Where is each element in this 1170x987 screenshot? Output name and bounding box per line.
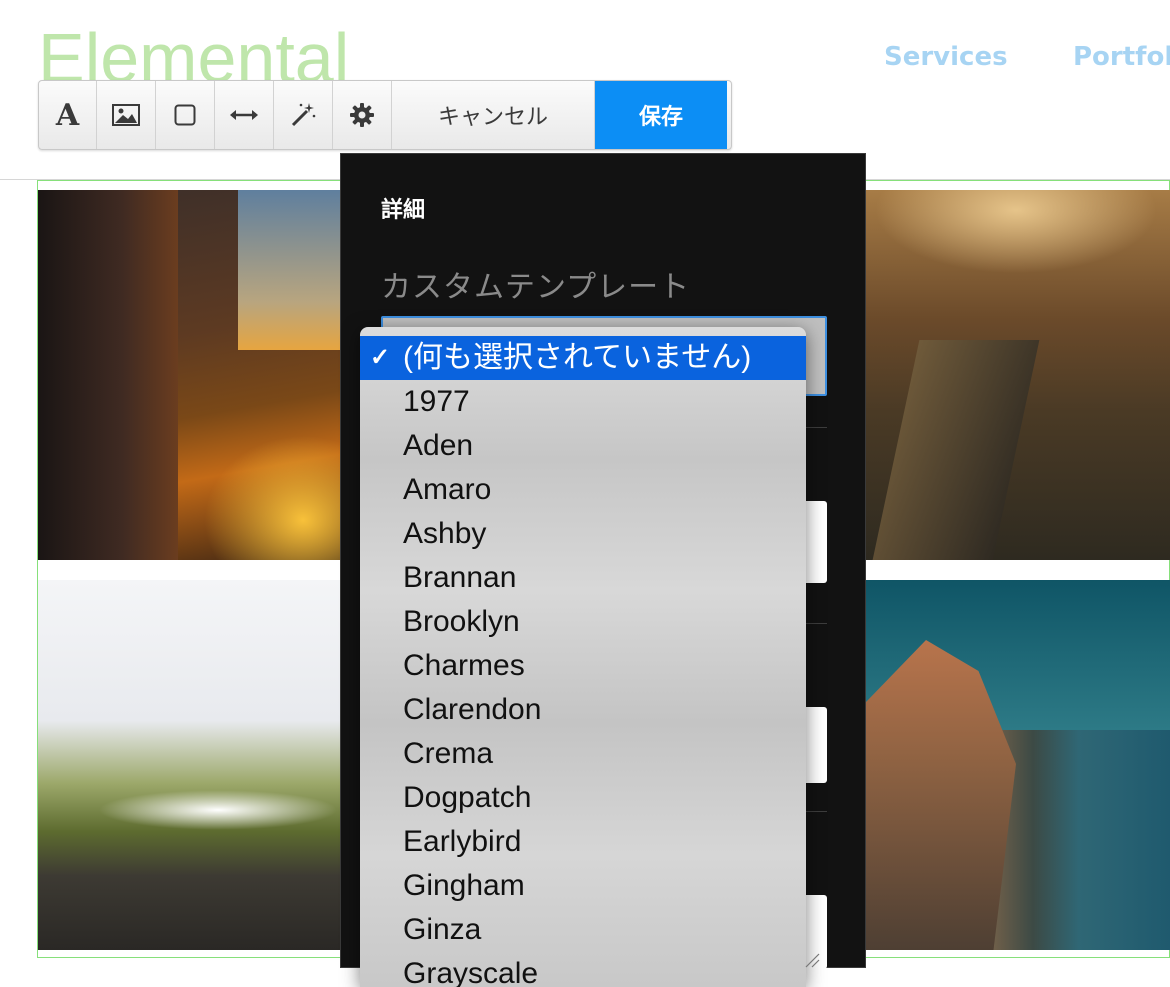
editor-toolbar: A キャンセル 保存 — [38, 80, 732, 150]
dropdown-option[interactable]: Crema — [360, 732, 806, 776]
gallery-photo-street-sunset[interactable] — [38, 190, 340, 560]
dropdown-option[interactable]: Grayscale — [360, 952, 806, 987]
dropdown-option[interactable]: Ashby — [360, 512, 806, 556]
dropdown-option-label: Ginza — [403, 913, 482, 946]
dropdown-option[interactable]: Ginza — [360, 908, 806, 952]
dropdown-option[interactable]: Brooklyn — [360, 600, 806, 644]
square-icon — [174, 104, 196, 126]
font-button[interactable]: A — [39, 81, 97, 149]
dropdown-option-label: Crema — [403, 737, 494, 770]
dropdown-option[interactable]: Clarendon — [360, 688, 806, 732]
dropdown-option[interactable]: 1977 — [360, 380, 806, 424]
dropdown-option-label: Aden — [403, 429, 474, 462]
panel-title: 詳細 — [381, 198, 426, 223]
gallery-photo-mountains[interactable] — [38, 580, 340, 950]
font-icon: A — [55, 97, 80, 133]
settings-button[interactable] — [333, 81, 392, 149]
dropdown-option[interactable]: Gingham — [360, 864, 806, 908]
gallery-photo-cliff-village[interactable] — [866, 580, 1170, 950]
dropdown-option[interactable]: Earlybird — [360, 820, 806, 864]
checkmark-icon: ✓ — [370, 344, 391, 371]
shape-button[interactable] — [156, 81, 215, 149]
dropdown-option-label: 1977 — [403, 385, 470, 418]
dropdown-option[interactable]: Amaro — [360, 468, 806, 512]
dropdown-option-label: Brannan — [403, 561, 517, 594]
template-dropdown-menu[interactable]: ✓ (何も選択されていません) 1977 Aden Amaro Ashby Brannan B… — [360, 327, 806, 987]
arrows-horizontal-icon — [230, 110, 258, 120]
custom-template-label: カスタムテンプレート — [381, 270, 691, 305]
nav-link-portfolio[interactable]: Portfoli — [1073, 42, 1170, 72]
width-button[interactable] — [215, 81, 274, 149]
save-button[interactable]: 保存 — [595, 81, 727, 149]
dropdown-option[interactable]: ✓ (何も選択されていません) — [360, 336, 806, 380]
gallery-photo-escalator-tunnel[interactable] — [866, 190, 1170, 560]
dropdown-option-label: Grayscale — [403, 957, 539, 987]
dropdown-option-label: Clarendon — [403, 693, 542, 726]
magic-wand-icon — [291, 103, 316, 127]
nav-link-services[interactable]: Services — [884, 42, 1008, 72]
dropdown-option[interactable]: Aden — [360, 424, 806, 468]
image-icon — [112, 104, 140, 126]
cancel-button[interactable]: キャンセル — [392, 81, 595, 149]
resize-handle-icon[interactable] — [800, 950, 820, 968]
dropdown-option-label: Earlybird — [403, 825, 522, 858]
dropdown-option-label: Amaro — [403, 473, 492, 506]
dropdown-option[interactable]: Dogpatch — [360, 776, 806, 820]
magic-button[interactable] — [274, 81, 333, 149]
dropdown-option-list: ✓ (何も選択されていません) 1977 Aden Amaro Ashby Brannan B… — [360, 336, 806, 987]
dropdown-option-label: (何も選択されていません) — [403, 341, 752, 374]
image-button[interactable] — [97, 81, 156, 149]
dropdown-option-label: Gingham — [403, 869, 525, 902]
dropdown-option[interactable]: Charmes — [360, 644, 806, 688]
dropdown-option-label: Brooklyn — [403, 605, 520, 638]
gear-icon — [350, 103, 374, 127]
dropdown-option[interactable]: Brannan — [360, 556, 806, 600]
dropdown-option-label: Ashby — [403, 517, 487, 550]
dropdown-option-label: Charmes — [403, 649, 525, 682]
dropdown-option-label: Dogpatch — [403, 781, 532, 814]
